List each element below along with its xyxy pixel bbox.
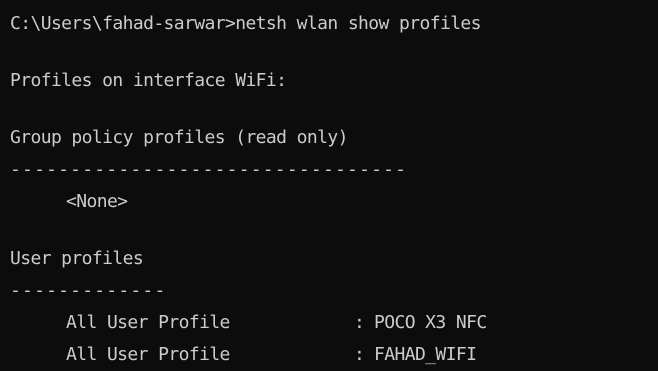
group-policy-rule: --------------------------------- bbox=[10, 159, 408, 180]
profile-row: All User Profile: FAHAD_WIFI bbox=[10, 339, 658, 371]
interface-heading: Profiles on interface WiFi: bbox=[10, 70, 287, 91]
profile-name: FAHAD_WIFI bbox=[374, 344, 477, 365]
profile-name: POCO X3 NFC bbox=[374, 312, 487, 333]
profile-separator: : bbox=[354, 312, 365, 333]
group-policy-none-value: <None> bbox=[66, 191, 128, 212]
command-line: C:\Users\fahad-sarwar>netsh wlan show pr… bbox=[10, 13, 482, 34]
profile-row: All User Profile: POCO X3 NFC bbox=[10, 307, 658, 339]
group-policy-heading: Group policy profiles (read only) bbox=[10, 127, 348, 148]
group-policy-none-row: <None> bbox=[10, 186, 658, 218]
profile-label: All User Profile bbox=[66, 312, 230, 333]
terminal-window[interactable]: C:\Users\fahad-sarwar>netsh wlan show pr… bbox=[0, 0, 658, 365]
profile-label: All User Profile bbox=[66, 344, 230, 365]
user-profiles-heading: User profiles bbox=[10, 248, 144, 269]
profile-separator: : bbox=[354, 344, 365, 365]
user-profiles-rule: ------------- bbox=[10, 280, 167, 301]
